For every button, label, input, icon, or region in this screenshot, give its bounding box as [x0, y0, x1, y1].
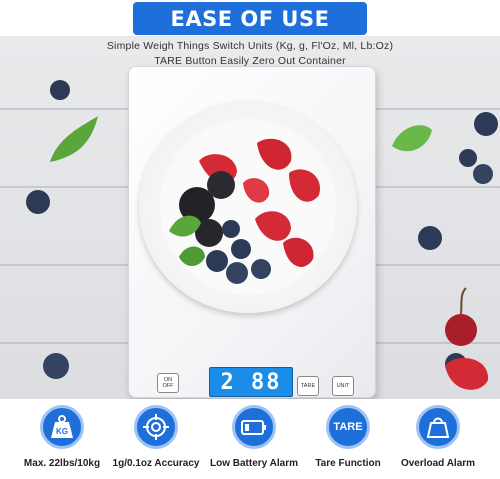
- header-banner: EASE OF USE: [0, 0, 500, 36]
- tare-button[interactable]: TARE: [297, 376, 319, 396]
- feature-label: Low Battery Alarm: [210, 458, 298, 469]
- feature-tare: TARE Tare Function: [298, 405, 398, 469]
- feature-max-weight: KG Max. 22lbs/10kg: [12, 405, 112, 469]
- features-row: KG Max. 22lbs/10kg 1g/0.1oz Accuracy Low…: [0, 399, 500, 479]
- title-pill: EASE OF USE: [133, 2, 367, 35]
- target-icon: [134, 405, 178, 449]
- display-reading: 2 88: [220, 369, 282, 395]
- tare-icon: TARE: [326, 405, 370, 449]
- fruit-icon: [160, 119, 336, 295]
- on-off-button[interactable]: ON OFF: [157, 373, 179, 393]
- feature-accuracy: 1g/0.1oz Accuracy: [106, 405, 206, 469]
- cherry-decor: [445, 287, 477, 346]
- strawberry-slice-decor: [445, 357, 489, 390]
- feature-label: 1g/0.1oz Accuracy: [112, 458, 200, 469]
- feature-label: Tare Function: [315, 458, 381, 469]
- product-scene: Simple Weigh Things Switch Units (Kg, g,…: [0, 36, 500, 399]
- battery-icon: [232, 405, 276, 449]
- kitchen-scale: ON OFF 2 88 TARE UNIT: [128, 66, 376, 398]
- feature-label: Overload Alarm: [400, 458, 476, 469]
- fruit-bowl: [139, 101, 357, 313]
- lcd-display: 2 88: [209, 367, 293, 397]
- feature-label: Max. 22lbs/10kg: [23, 458, 101, 469]
- unit-button[interactable]: UNIT: [332, 376, 354, 396]
- tare-icon-text: TARE: [333, 421, 363, 433]
- weight-kg-icon: KG: [40, 405, 84, 449]
- overload-icon: [416, 405, 460, 449]
- svg-text:KG: KG: [56, 427, 68, 436]
- feature-battery: Low Battery Alarm: [204, 405, 304, 469]
- feature-overload: Overload Alarm: [388, 405, 488, 469]
- page-title: EASE OF USE: [170, 6, 330, 31]
